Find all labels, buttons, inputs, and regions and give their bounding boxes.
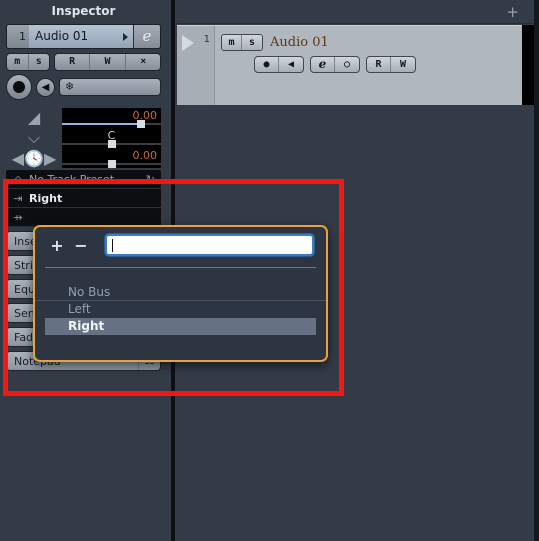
- output-arrow-icon: ⇸: [13, 210, 23, 224]
- track-row-main: m s Audio 01 ● ◀ e ○ R W: [215, 26, 522, 105]
- volume-field[interactable]: 0.00: [62, 108, 161, 128]
- automation-read-icon[interactable]: ○: [335, 57, 359, 72]
- crossfade-icon[interactable]: ⨯: [126, 54, 160, 70]
- volume-fill: [62, 123, 140, 125]
- meter-value-fields: 0.00 C 0.00: [62, 108, 161, 168]
- track-row-name[interactable]: Audio 01: [270, 35, 329, 50]
- track-mute-solo-group: m s: [221, 34, 263, 51]
- read-write-group: R W: [366, 56, 416, 73]
- daw-window: Inspector 1 Audio 01 e m s R W ⨯ ◀ ❄ ◢ ⌵…: [0, 0, 539, 541]
- input-arrow-icon: ⇥: [13, 191, 23, 205]
- routing-rows: ◇ No Track Preset ↻ ⇥ Right ⇸: [6, 170, 161, 227]
- track-name-field[interactable]: Audio 01: [29, 25, 133, 48]
- text-caret-icon: [112, 239, 113, 252]
- track-row-header: m s Audio 01: [221, 34, 522, 51]
- track-name-label: Audio 01: [35, 29, 89, 43]
- popup-toolbar: + −: [35, 227, 326, 263]
- write-automation-button[interactable]: W: [90, 54, 126, 70]
- delay-field[interactable]: 0.00: [62, 148, 161, 168]
- add-track-button[interactable]: +: [506, 3, 519, 21]
- monitor-icon[interactable]: ◀: [279, 57, 303, 72]
- record-monitor-row: ◀ ❄: [6, 74, 161, 100]
- channel-meters: ◢ ⌵ ◀🕓▶ 0.00 C 0.00: [6, 108, 161, 168]
- edit-channel-button[interactable]: e: [133, 25, 160, 48]
- track-name-row[interactable]: 1 Audio 01 e: [6, 24, 161, 49]
- bus-selector-popup: + − No Bus Left Right: [33, 225, 328, 362]
- popup-separator: [45, 267, 316, 268]
- input-routing-label: Right: [29, 191, 63, 205]
- bus-option-left[interactable]: Left: [35, 301, 326, 318]
- track-row[interactable]: 1 m s Audio 01 ● ◀ e ○ R W: [177, 25, 522, 105]
- track-preset-label: No Track Preset: [29, 172, 115, 186]
- write-button[interactable]: W: [391, 57, 415, 72]
- volume-handle[interactable]: [137, 120, 146, 128]
- pan-field[interactable]: C: [62, 128, 161, 148]
- track-number: 1: [7, 25, 29, 48]
- pan-icon: ⌵: [27, 127, 41, 147]
- delay-value: 0.00: [132, 149, 158, 162]
- track-list-scrollbar[interactable]: [522, 25, 534, 105]
- edit-channel-icon[interactable]: e: [311, 57, 335, 72]
- monitor-speaker-icon[interactable]: ◀: [36, 77, 55, 97]
- caret-right-icon[interactable]: [123, 33, 128, 41]
- read-button[interactable]: R: [367, 57, 391, 72]
- pan-handle[interactable]: [107, 140, 116, 148]
- inspector-title: Inspector: [0, 0, 167, 22]
- automation-group: R W ⨯: [54, 53, 161, 71]
- mute-button[interactable]: m: [7, 54, 29, 70]
- play-triangle-icon[interactable]: [182, 35, 194, 51]
- track-mute-button[interactable]: m: [222, 35, 242, 50]
- track-gutter: 1: [177, 26, 215, 105]
- edit-automation-group: e ○: [310, 56, 360, 73]
- record-dot-icon[interactable]: ●: [255, 57, 279, 72]
- mute-solo-group: m s: [6, 53, 50, 71]
- track-row-controls: ● ◀ e ○ R W: [254, 56, 522, 73]
- bus-option-list: No Bus Left Right: [35, 284, 326, 335]
- add-bus-button[interactable]: +: [45, 236, 69, 255]
- input-routing-row[interactable]: ⇥ Right: [6, 189, 161, 208]
- remove-bus-button[interactable]: −: [69, 236, 93, 255]
- read-automation-button[interactable]: R: [55, 54, 91, 70]
- delay-handle[interactable]: [107, 160, 116, 168]
- volume-ramp-icon: ◢: [27, 108, 41, 128]
- bus-option-right[interactable]: Right: [45, 318, 316, 335]
- bus-search-input[interactable]: [105, 234, 314, 256]
- record-enable-icon[interactable]: [6, 74, 32, 100]
- freeze-snowflake-icon[interactable]: ❄: [59, 78, 161, 96]
- diamond-preset-icon: ◇: [13, 172, 23, 186]
- reset-arrow-icon[interactable]: ↻: [146, 173, 161, 186]
- window-right-edge: [534, 0, 539, 541]
- delay-clock-icon: ◀🕓▶: [11, 148, 57, 168]
- record-monitor-group: ● ◀: [254, 56, 304, 73]
- meter-icon-column: ◢ ⌵ ◀🕓▶: [6, 108, 62, 168]
- bus-option-no-bus[interactable]: No Bus: [35, 284, 326, 301]
- track-preset-row[interactable]: ◇ No Track Preset ↻: [6, 170, 161, 189]
- track-solo-button[interactable]: s: [242, 35, 262, 50]
- track-list-toolbar: +: [177, 0, 539, 24]
- toggle-button-row: m s R W ⨯: [6, 53, 161, 71]
- solo-button[interactable]: s: [29, 54, 50, 70]
- track-row-number: 1: [203, 34, 210, 45]
